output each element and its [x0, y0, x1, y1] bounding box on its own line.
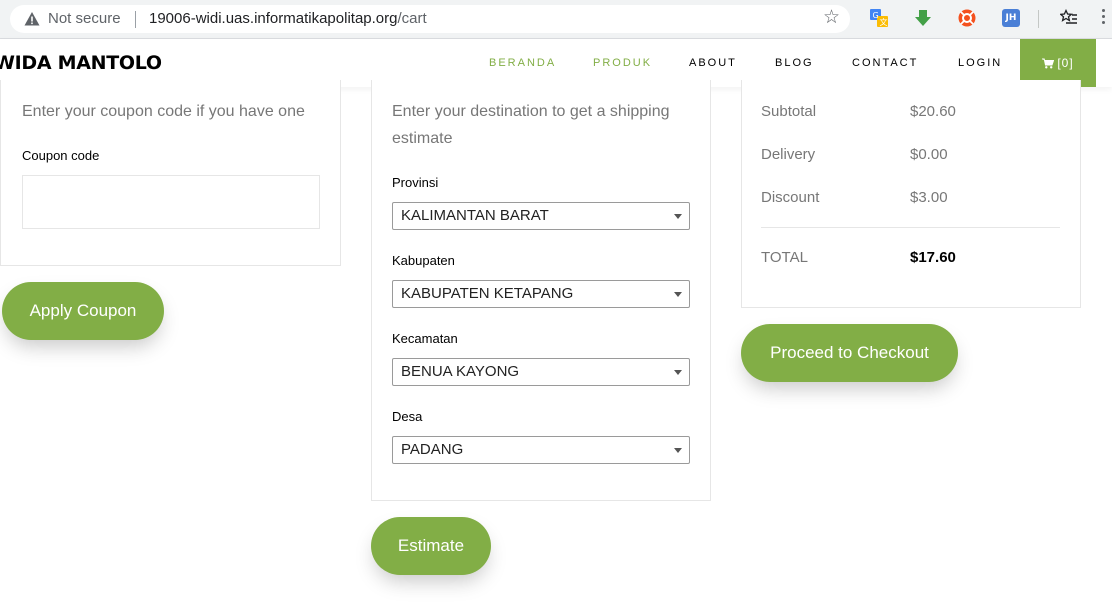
- security-label[interactable]: Not secure: [48, 10, 121, 27]
- kecamatan-select[interactable]: BENUA KAYONG: [392, 358, 690, 386]
- totals-divider: [761, 227, 1060, 228]
- chevron-down-icon: [674, 448, 682, 453]
- bookmark-star-icon[interactable]: ☆: [823, 8, 840, 28]
- discount-value: $3.00: [910, 189, 948, 206]
- proceed-to-checkout-button[interactable]: Proceed to Checkout: [741, 324, 958, 382]
- url-host: 19006-widi.uas.informatikapolitap.org: [149, 10, 398, 27]
- total-value: $17.60: [910, 249, 956, 266]
- svg-text:文: 文: [880, 17, 888, 27]
- cart-icon: [1042, 58, 1055, 68]
- translate-extension-icon[interactable]: G 文: [870, 9, 888, 27]
- download-extension-icon[interactable]: [914, 9, 932, 27]
- chevron-down-icon: [674, 214, 682, 219]
- provinsi-select[interactable]: KALIMANTAN BARAT: [392, 202, 690, 230]
- reading-list-icon[interactable]: [1060, 9, 1078, 27]
- url-text[interactable]: 19006-widi.uas.informatikapolitap.org/ca…: [149, 10, 427, 27]
- svg-text:G: G: [873, 11, 879, 20]
- omnibox-divider: [135, 11, 136, 28]
- orange-extension-icon[interactable]: [958, 9, 976, 27]
- warning-icon[interactable]: [24, 11, 40, 27]
- subtotal-value: $20.60: [910, 103, 956, 120]
- coupon-description: Enter your coupon code if you have one: [22, 103, 305, 120]
- desa-value: PADANG: [401, 441, 464, 458]
- desa-label: Desa: [392, 409, 423, 424]
- discount-label: Discount: [761, 189, 820, 206]
- provinsi-value: KALIMANTAN BARAT: [401, 207, 549, 224]
- address-bar[interactable]: Not secure 19006-widi.uas.informatikapol…: [10, 5, 850, 33]
- provinsi-label: Provinsi: [392, 175, 439, 190]
- browser-toolbar: Not secure 19006-widi.uas.informatikapol…: [0, 0, 1112, 39]
- kecamatan-label: Kecamatan: [392, 331, 458, 346]
- cart-count: [0]: [1057, 56, 1074, 70]
- kabupaten-select[interactable]: KABUPATEN KETAPANG: [392, 280, 690, 308]
- kabupaten-value: KABUPATEN KETAPANG: [401, 285, 574, 302]
- delivery-value: $0.00: [910, 146, 948, 163]
- jh-extension-icon[interactable]: JH: [1002, 9, 1020, 27]
- subtotal-label: Subtotal: [761, 103, 817, 120]
- delivery-label: Delivery: [761, 146, 816, 163]
- apply-coupon-button[interactable]: Apply Coupon: [2, 282, 164, 340]
- kecamatan-value: BENUA KAYONG: [401, 363, 520, 380]
- coupon-code-label: Coupon code: [22, 148, 100, 163]
- estimate-button[interactable]: Estimate: [371, 517, 491, 575]
- desa-select[interactable]: PADANG: [392, 436, 690, 464]
- coupon-code-input[interactable]: [22, 175, 320, 229]
- total-label: TOTAL: [761, 249, 808, 266]
- toolbar-divider: [1038, 10, 1039, 28]
- shipping-description: Enter your destination to get a shipping…: [392, 103, 670, 147]
- chevron-down-icon: [674, 370, 682, 375]
- chevron-down-icon: [674, 292, 682, 297]
- browser-menu-icon[interactable]: [1102, 9, 1106, 27]
- kabupaten-label: Kabupaten: [392, 253, 455, 268]
- brand-logo[interactable]: WIDA MANTOLO: [0, 52, 162, 74]
- url-path: /cart: [397, 10, 427, 27]
